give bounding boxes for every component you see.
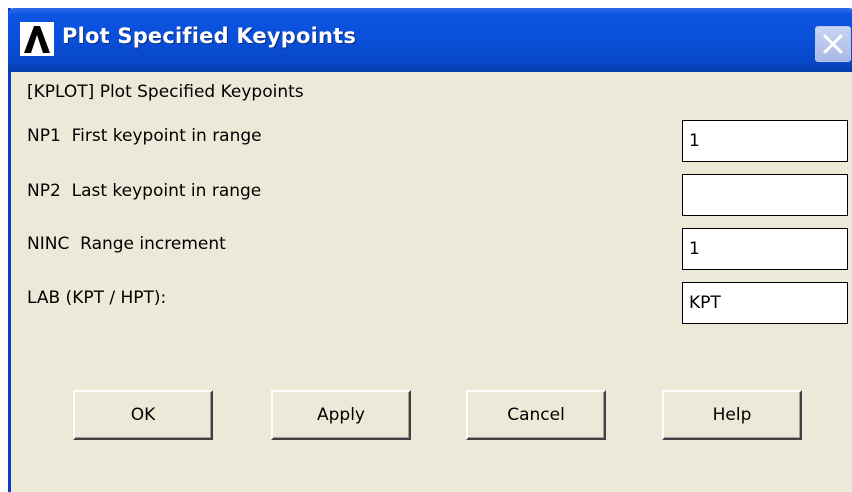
close-icon	[823, 34, 843, 54]
np2-field[interactable]	[682, 174, 848, 216]
ninc-label: NINC Range increment	[27, 234, 226, 254]
cancel-button[interactable]: Cancel	[466, 390, 606, 440]
close-button[interactable]	[815, 26, 851, 62]
np2-label: NP2 Last keypoint in range	[27, 181, 262, 201]
lab-label: LAB (KPT / HPT):	[27, 288, 167, 308]
apply-button[interactable]: Apply	[271, 390, 411, 440]
title-bar[interactable]: Plot Specified Keypoints	[8, 8, 852, 72]
ninc-field[interactable]	[682, 228, 848, 270]
dialog-window: Plot Specified Keypoints [KPLOT] Plot Sp…	[8, 8, 852, 492]
np1-field[interactable]	[682, 120, 848, 162]
lab-field[interactable]	[682, 282, 848, 324]
ok-button[interactable]: OK	[73, 390, 213, 440]
dialog-heading: [KPLOT] Plot Specified Keypoints	[27, 82, 304, 102]
np1-label: NP1 First keypoint in range	[27, 126, 262, 146]
window-title: Plot Specified Keypoints	[62, 24, 357, 48]
help-button[interactable]: Help	[662, 390, 802, 440]
ansys-logo-icon	[20, 22, 54, 56]
